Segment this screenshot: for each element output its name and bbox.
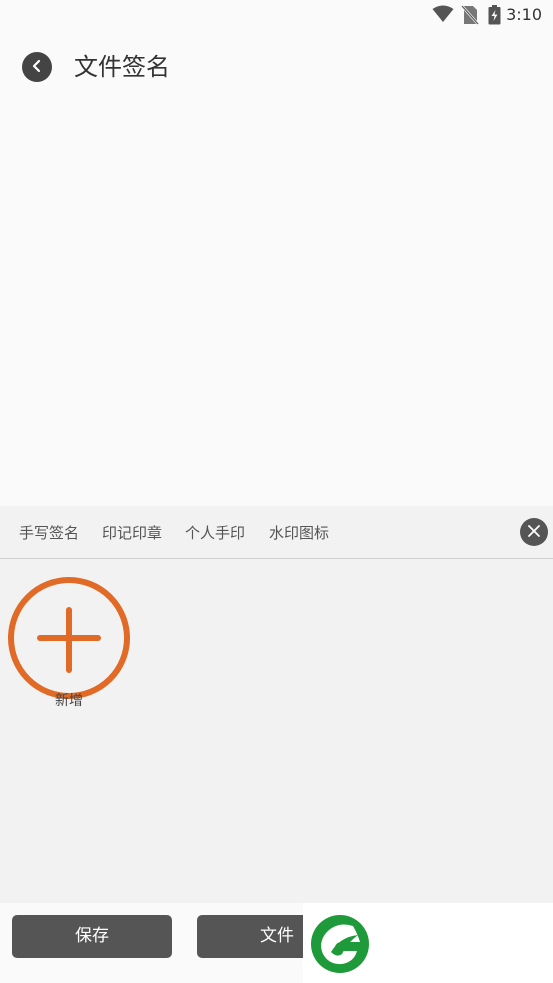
signature-panel: 手写签名 印记印章 个人手印 水印图标 新增 — [0, 506, 553, 903]
tab-fingerprint[interactable]: 个人手印 — [185, 523, 245, 543]
add-new-tile[interactable]: 新增 — [7, 576, 131, 716]
chevron-left-icon — [30, 58, 44, 77]
save-button[interactable]: 保存 — [12, 915, 172, 958]
no-sim-icon — [461, 5, 479, 29]
status-time: 3:10 — [506, 5, 542, 24]
add-new-label: 新增 — [55, 693, 83, 709]
watermark-overlay — [303, 903, 553, 983]
tab-seal-stamp[interactable]: 印记印章 — [102, 523, 162, 543]
page-title: 文件签名 — [74, 53, 170, 81]
tab-bar: 手写签名 印记印章 个人手印 水印图标 — [0, 506, 553, 559]
wifi-icon — [432, 5, 454, 27]
header: 文件签名 — [0, 40, 553, 96]
tab-handwritten-signature[interactable]: 手写签名 — [19, 523, 79, 543]
tab-watermark-icon[interactable]: 水印图标 — [269, 523, 329, 543]
panel-close-button[interactable] — [520, 518, 548, 546]
status-bar: 3:10 — [0, 0, 553, 30]
battery-charging-icon — [488, 5, 501, 29]
plus-circle-icon — [7, 576, 131, 700]
close-icon — [527, 523, 541, 542]
back-button[interactable] — [22, 52, 52, 82]
leaf-logo-icon — [309, 913, 371, 975]
